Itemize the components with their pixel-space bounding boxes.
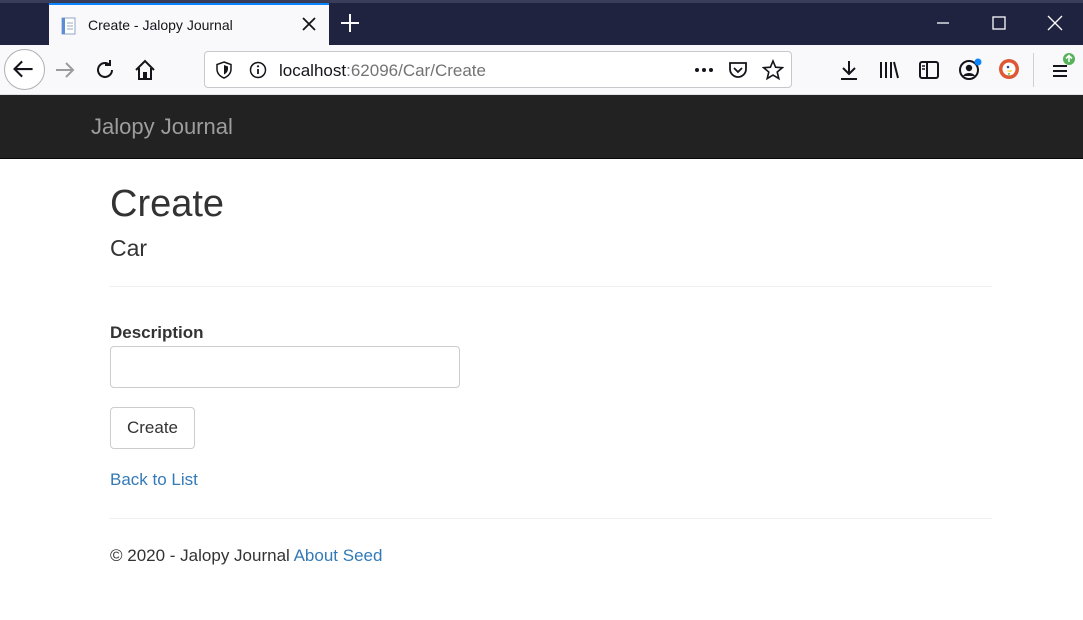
toolbar-separator <box>1033 53 1034 87</box>
pocket-icon[interactable] <box>728 60 748 80</box>
more-icon[interactable] <box>693 61 715 79</box>
browser-toolbar: localhost:62096/Car/Create <box>0 45 1083 95</box>
maximize-icon[interactable] <box>984 8 1014 38</box>
page-subtitle: Car <box>110 235 148 261</box>
menu-icon[interactable] <box>1047 52 1077 82</box>
close-icon[interactable] <box>1040 8 1070 38</box>
info-icon[interactable] <box>249 61 267 79</box>
url-text: localhost:62096/Car/Create <box>279 61 486 81</box>
divider <box>110 286 992 287</box>
home-icon[interactable] <box>133 58 157 82</box>
reload-icon[interactable] <box>93 58 117 82</box>
footer: © 2020 - Jalopy Journal About Seed <box>110 546 382 566</box>
description-input[interactable] <box>110 346 460 388</box>
url-host: localhost <box>279 61 347 80</box>
back-to-list-link[interactable]: Back to List <box>110 470 198 490</box>
copyright-text: © 2020 - Jalopy Journal <box>110 546 290 565</box>
site-navbar: Jalopy Journal <box>0 95 1083 159</box>
site-brand-link[interactable]: Jalopy Journal <box>91 114 233 140</box>
minimize-icon[interactable] <box>928 8 958 38</box>
sidebar-icon[interactable] <box>917 58 941 82</box>
footer-divider <box>110 518 992 519</box>
description-label: Description <box>110 323 204 342</box>
create-button[interactable]: Create <box>110 407 195 449</box>
url-path: :62096/Car/Create <box>346 61 486 80</box>
new-tab-icon[interactable] <box>338 11 362 35</box>
back-icon <box>13 60 33 78</box>
tab-close-icon[interactable] <box>299 14 319 34</box>
duckduckgo-icon[interactable] <box>997 57 1021 81</box>
library-icon[interactable] <box>877 58 901 82</box>
star-icon[interactable] <box>762 59 784 81</box>
account-icon[interactable] <box>957 58 983 82</box>
download-icon[interactable] <box>837 58 861 82</box>
back-button[interactable] <box>4 49 45 90</box>
shield-icon[interactable] <box>215 61 233 79</box>
forward-icon[interactable] <box>53 58 77 82</box>
page-favicon-icon <box>61 17 76 35</box>
url-bar[interactable]: localhost:62096/Car/Create <box>204 51 792 88</box>
tab-title: Create - Jalopy Journal <box>88 17 233 33</box>
browser-tab-active[interactable]: Create - Jalopy Journal <box>49 3 329 45</box>
page-title: Create <box>110 183 225 225</box>
browser-tab-strip: Create - Jalopy Journal <box>0 0 1083 45</box>
about-seed-link[interactable]: About Seed <box>294 546 383 565</box>
